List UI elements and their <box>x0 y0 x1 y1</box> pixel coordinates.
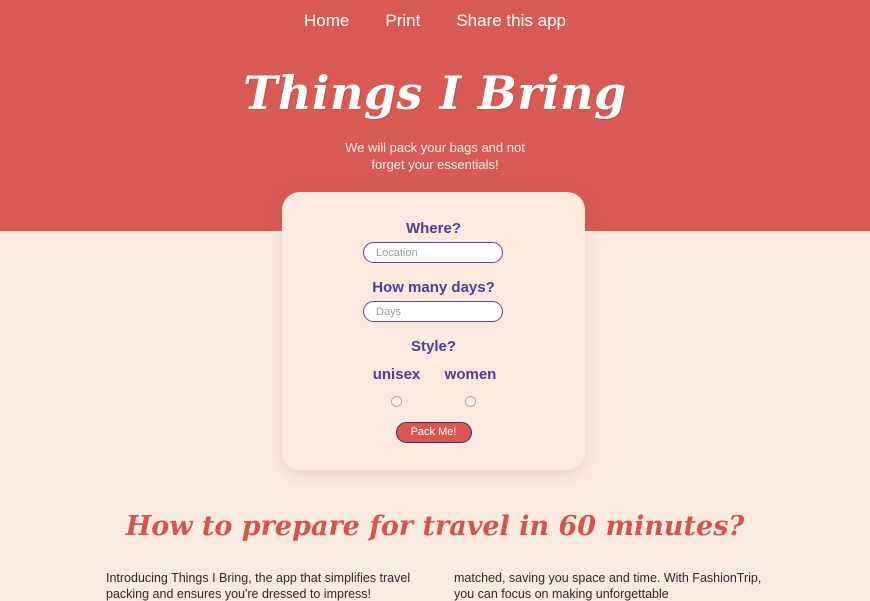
days-input[interactable] <box>363 301 503 322</box>
submit-button-row: Pack Me! <box>282 422 585 443</box>
how-many-days-label: How many days? <box>372 279 495 296</box>
app-page: Home Print Share this app Things I Bring… <box>0 0 870 601</box>
style-radio-cell-unisex <box>366 396 428 407</box>
article-paragraph-left: Introducing Things I Bring, the app that… <box>106 571 411 601</box>
location-input[interactable] <box>363 242 503 263</box>
hero-subtitle: We will pack your bags and not forget yo… <box>0 139 870 173</box>
nav-link-print[interactable]: Print <box>367 12 438 29</box>
hero-subtitle-line-1: We will pack your bags and not <box>345 140 525 155</box>
packing-form-card: Where? How many days? Style? unisex wome… <box>282 192 585 470</box>
style-radio-cell-women <box>440 396 502 407</box>
article-columns: Introducing Things I Bring, the app that… <box>106 570 766 601</box>
article-column-right: matched, saving you space and time. With… <box>454 570 766 601</box>
radio-women[interactable] <box>465 396 476 407</box>
nav-link-home[interactable]: Home <box>286 12 367 29</box>
article-column-left: Introducing Things I Bring, the app that… <box>106 570 418 601</box>
app-title: Things I Bring <box>243 66 627 120</box>
style-option-label-women: women <box>444 366 497 383</box>
article-paragraph-right: matched, saving you space and time. With… <box>454 571 762 601</box>
article-heading: How to prepare for travel in 60 minutes? <box>125 511 745 542</box>
pack-me-button[interactable]: Pack Me! <box>395 422 472 443</box>
style-option-label-unisex: unisex <box>372 366 421 383</box>
where-label: Where? <box>405 220 461 237</box>
radio-unisex[interactable] <box>391 396 402 407</box>
hero-subtitle-line-2: forget your essentials! <box>371 157 499 172</box>
style-option-labels: unisex women <box>282 366 585 384</box>
style-radio-group <box>282 396 585 407</box>
nav-link-share-this-app[interactable]: Share this app <box>438 12 584 29</box>
top-navigation: Home Print Share this app <box>0 0 870 40</box>
style-label: Style? <box>410 338 456 355</box>
